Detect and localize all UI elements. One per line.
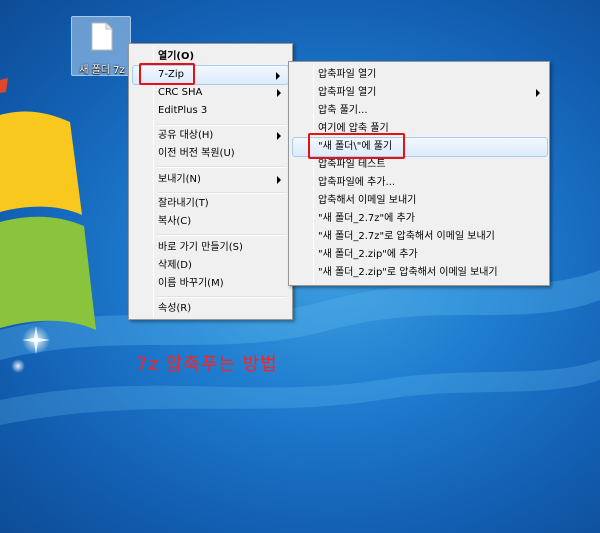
submenu-item-open-archive[interactable]: 압축파일 열기 [292, 65, 548, 85]
desktop-icon-label: 새 폴더 7z [79, 65, 125, 76]
menu-item-send-to[interactable]: 보내기(N) [132, 170, 289, 190]
menu-item-restore-versions[interactable]: 이전 버전 복원(U) [132, 144, 289, 164]
submenu-item-open-archive-more[interactable]: 압축파일 열기 [292, 83, 548, 103]
annotation-box-7zip [139, 63, 195, 85]
menu-separator [157, 166, 287, 168]
desktop-folder-icon[interactable]: 새 폴더 7z [71, 16, 131, 76]
menu-item-crc-sha[interactable]: CRC SHA [132, 83, 289, 103]
menu-separator [157, 234, 287, 236]
file-icon [91, 22, 113, 51]
menu-item-cut[interactable]: 잘라내기(T) [132, 194, 289, 214]
submenu-item-add-to-zip[interactable]: "새 폴더_2.zip"에 추가 [292, 245, 548, 265]
submenu-arrow-icon [277, 176, 281, 184]
submenu-arrow-icon [277, 132, 281, 140]
submenu-arrow-icon [276, 72, 280, 80]
menu-item-create-shortcut[interactable]: 바로 가기 만들기(S) [132, 238, 289, 258]
menu-item-properties[interactable]: 속성(R) [132, 299, 289, 319]
menu-item-rename[interactable]: 이름 바꾸기(M) [132, 274, 289, 294]
submenu-arrow-icon [277, 89, 281, 97]
submenu-item-extract-files[interactable]: 압축 풀기... [292, 101, 548, 121]
menu-item-send-to-label: 보내기(N) [158, 174, 201, 185]
menu-item-share-label: 공유 대상(H) [158, 130, 214, 141]
menu-item-delete[interactable]: 삭제(D) [132, 256, 289, 276]
submenu-item-add-to-archive[interactable]: 압축파일에 추가... [292, 173, 548, 193]
menu-item-crc-sha-label: CRC SHA [158, 87, 203, 98]
annotation-box-extract-to [308, 133, 405, 159]
menu-separator [157, 296, 287, 298]
caption-text: 7z 압축푸는 방법 [136, 354, 278, 375]
menu-item-editplus[interactable]: EditPlus 3 [132, 101, 289, 121]
submenu-item-compress-7z-email[interactable]: "새 폴더_2.7z"로 압축해서 이메일 보내기 [292, 227, 548, 247]
submenu-item-compress-zip-email[interactable]: "새 폴더_2.zip"로 압축해서 이메일 보내기 [292, 263, 548, 283]
7zip-submenu: 압축파일 열기 압축파일 열기 압축 풀기... 여기에 압축 풀기 "새 폴더… [288, 61, 550, 286]
menu-item-copy[interactable]: 복사(C) [132, 212, 289, 232]
submenu-item-add-to-7z[interactable]: "새 폴더_2.7z"에 추가 [292, 209, 548, 229]
submenu-item-compress-email[interactable]: 압축해서 이메일 보내기 [292, 191, 548, 211]
submenu-item-open-archive-more-label: 압축파일 열기 [318, 87, 377, 98]
submenu-arrow-icon [536, 89, 540, 97]
menu-item-share-with[interactable]: 공유 대상(H) [132, 126, 289, 146]
